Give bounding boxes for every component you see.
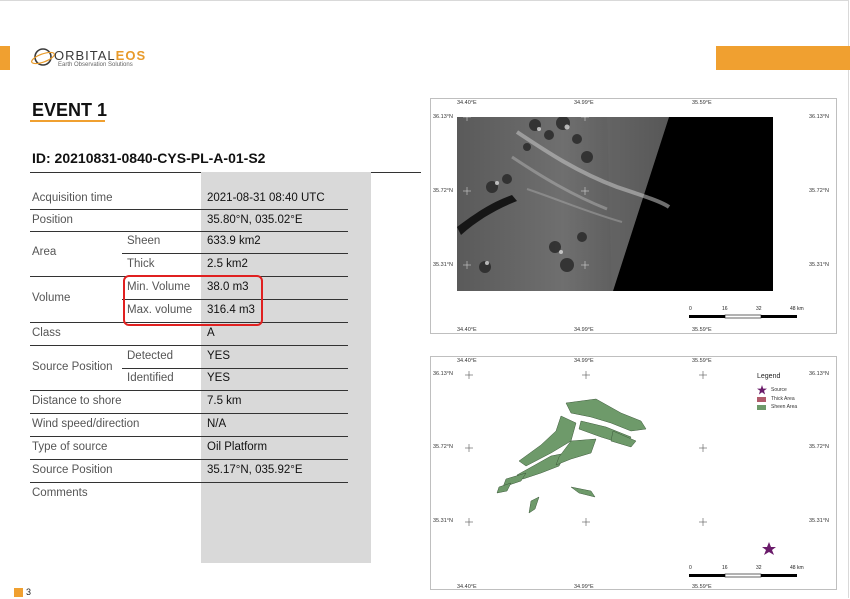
- map1-scale-label: 48 km: [790, 306, 804, 312]
- map1-lat-label: 36.13°N: [433, 114, 453, 120]
- map2-lon-label: 34.99°E: [574, 584, 594, 590]
- map2-scale-label: 0: [689, 565, 692, 571]
- map1-lat-label: 35.31°N: [809, 262, 829, 268]
- map2-scale-bar: [689, 573, 797, 578]
- map2-lon-label: 35.59°E: [692, 584, 712, 590]
- legend-thick-label: Thick Area: [771, 396, 795, 402]
- map2-scale-label: 32: [756, 565, 762, 571]
- map1-lat-label: 35.72°N: [433, 188, 453, 194]
- map2-lon-label: 34.40°E: [457, 584, 477, 590]
- label-source-type: Type of source: [32, 441, 108, 453]
- logo-tagline: Earth Observation Solutions: [58, 62, 133, 68]
- map1-lat-label: 36.13°N: [809, 114, 829, 120]
- header-accent-left: [0, 46, 10, 70]
- map1-scale-bar: [689, 314, 797, 319]
- map1-lon-label: 34.99°E: [574, 327, 594, 333]
- label-position: Position: [32, 214, 73, 226]
- value-area-thick: 2.5 km2: [207, 258, 248, 270]
- label-source-position: Source Position: [32, 464, 113, 476]
- map1-lon-label: 34.40°E: [457, 327, 477, 333]
- map1-lon-label: 34.40°E: [457, 100, 477, 106]
- label-identified: Identified: [127, 372, 174, 384]
- label-area-sheen: Sheen: [127, 235, 161, 247]
- map1-lat-label: 35.31°N: [433, 262, 453, 268]
- row-divider: [30, 390, 348, 391]
- map1-scale-label: 32: [756, 306, 762, 312]
- satellite-image: [457, 117, 773, 291]
- label-source-position-status: Source Position: [32, 361, 113, 373]
- company-logo: ORBITALEOS Earth Observation Solutions: [30, 44, 170, 72]
- row-divider: [30, 482, 348, 483]
- label-comments: Comments: [32, 487, 88, 499]
- slick-extent-map: 34.40°E 34.99°E 35.59°E 34.40°E 34.99°E …: [430, 356, 837, 590]
- map-legend: Legend Source Thick Area Sheen Area: [753, 369, 815, 417]
- header-accent-right: [716, 46, 850, 70]
- value-source-type: Oil Platform: [207, 441, 268, 453]
- satellite-image-map: 34.40°E 34.99°E 35.59°E 34.40°E 34.99°E …: [430, 98, 837, 334]
- page-number-marker: [14, 588, 23, 597]
- value-identified: YES: [207, 372, 231, 384]
- map2-scale-label: 48 km: [790, 565, 804, 571]
- row-divider: [122, 253, 348, 254]
- star-icon: [757, 385, 767, 395]
- map1-lon-label: 34.99°E: [574, 100, 594, 106]
- value-class: A: [207, 327, 215, 339]
- row-divider: [30, 436, 348, 437]
- sheen-area-swatch: [757, 405, 766, 410]
- row-divider: [30, 209, 348, 210]
- label-area: Area: [32, 246, 57, 258]
- row-divider: [30, 345, 348, 346]
- value-area-sheen: 633.9 km2: [207, 235, 261, 247]
- page-title: EVENT 1: [32, 100, 108, 120]
- logo-wordmark: ORBITALEOS: [54, 48, 147, 63]
- thick-area-swatch: [757, 397, 766, 402]
- legend-source-label: Source: [771, 387, 787, 393]
- page-number: 3: [26, 587, 32, 597]
- label-distance-to-shore: Distance to shore: [32, 395, 122, 407]
- value-detected: YES: [207, 350, 231, 362]
- value-wind: N/A: [207, 418, 227, 430]
- label-class: Class: [32, 327, 61, 339]
- label-volume: Volume: [32, 292, 71, 304]
- volume-highlight-annotation: [123, 275, 263, 326]
- value-distance-to-shore: 7.5 km: [207, 395, 242, 407]
- orbit-logo-icon: [31, 48, 55, 66]
- row-divider: [30, 413, 348, 414]
- source-marker-star: [762, 542, 776, 555]
- value-source-position: 35.17°N, 035.92°E: [207, 464, 303, 476]
- map1-lon-label: 35.59°E: [692, 100, 712, 106]
- legend-title: Legend: [757, 373, 781, 380]
- label-wind: Wind speed/direction: [32, 418, 140, 430]
- row-divider: [30, 459, 348, 460]
- title-underline: [30, 120, 105, 122]
- label-detected: Detected: [127, 350, 174, 362]
- row-divider: [122, 368, 348, 369]
- map1-lon-label: 35.59°E: [692, 327, 712, 333]
- event-id: ID: 20210831-0840-CYS-PL-A-01-S2: [32, 150, 266, 166]
- map2-scale-label: 16: [722, 565, 728, 571]
- value-position: 35.80°N, 035.02°E: [207, 214, 303, 226]
- map1-scale-label: 0: [689, 306, 692, 312]
- value-acquisition-time: 2021-08-31 08:40 UTC: [207, 192, 325, 204]
- map1-lat-label: 35.72°N: [809, 188, 829, 194]
- map1-scale-label: 16: [722, 306, 728, 312]
- label-area-thick: Thick: [127, 258, 155, 270]
- row-divider: [30, 231, 348, 232]
- legend-sheen-label: Sheen Area: [771, 404, 798, 410]
- label-acquisition-time: Acquisition time: [32, 192, 113, 204]
